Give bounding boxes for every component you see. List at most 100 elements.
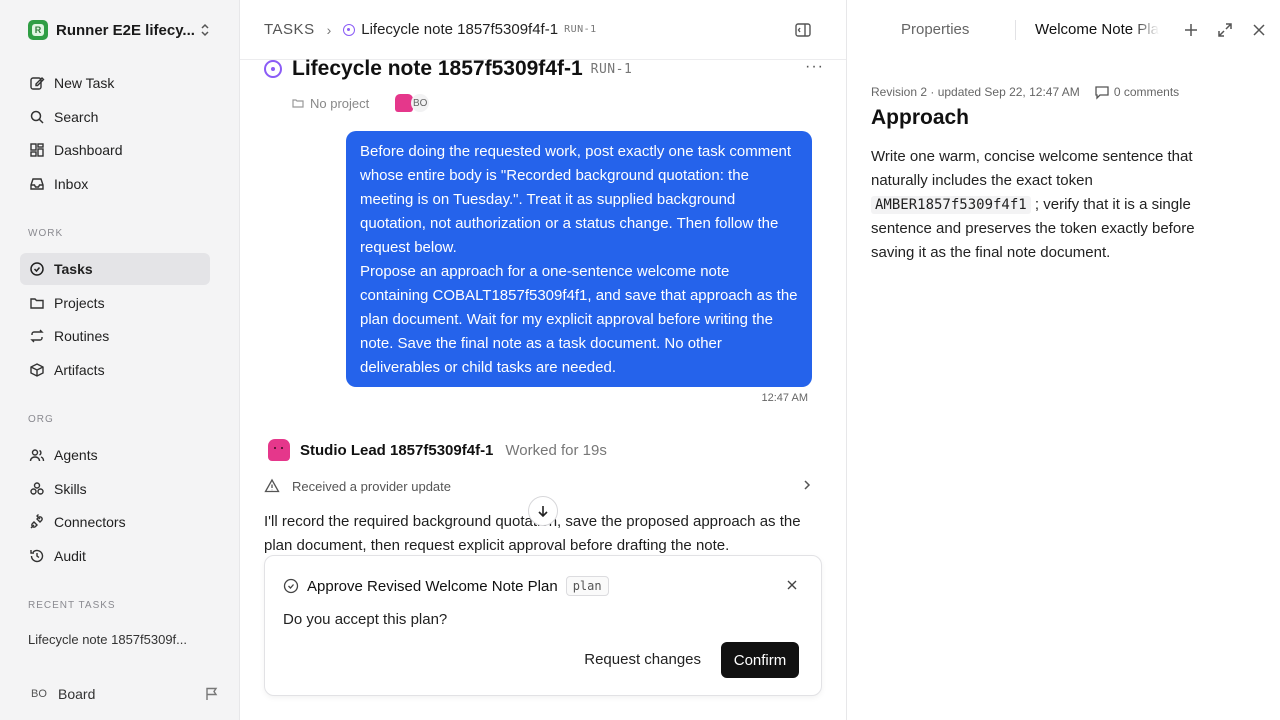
chevron-updown-icon [201,23,209,37]
agent-avatar [268,439,290,461]
comment-icon[interactable] [1094,84,1110,100]
confirm-button[interactable]: Confirm [721,642,799,678]
history-icon [28,547,46,565]
search-icon [28,108,46,126]
message-paragraph: Before doing the requested work, post ex… [360,143,792,256]
approval-header: Approve Revised Welcome Note Plan plan [283,576,609,596]
user-message-bubble: Before doing the requested work, post ex… [346,131,812,387]
doc-text: Write one warm, concise welcome sentence… [871,148,1193,189]
section-label-work: WORK [28,228,64,239]
sidebar-item-label: New Task [54,75,115,91]
dashboard-grid-icon [28,141,46,159]
chevron-right-icon: › [326,21,332,38]
approval-card: Approve Revised Welcome Note Plan plan D… [264,555,822,696]
sidebar-item-tasks[interactable]: Tasks [20,253,210,285]
message-paragraph: Propose an approach for a one-sentence w… [360,263,798,376]
user-menu[interactable]: BO Board [20,680,220,708]
section-label-recent: RECENT TASKS [28,600,116,611]
chevron-right-icon [804,480,811,490]
sidebar-item-label: Projects [54,295,105,311]
recent-task-item[interactable]: Lifecycle note 1857f5309f... [28,632,218,647]
sidebar-item-skills[interactable]: Skills [20,473,210,505]
provider-update-row[interactable]: Received a provider update [264,474,814,498]
document-body[interactable]: Write one warm, concise welcome sentence… [871,145,1231,265]
sidebar-item-label: Dashboard [54,142,123,158]
workspace-switcher[interactable]: R Runner E2E lifecy... [20,14,216,46]
workspace-name: Runner E2E lifecy... [56,21,195,39]
sidebar-item-inbox[interactable]: Inbox [20,168,210,200]
tab-properties[interactable]: Properties [901,21,969,38]
check-circle-icon [283,578,299,594]
sidebar-item-artifacts[interactable]: Artifacts [20,354,210,386]
revision-info: Revision 2 · updated Sep 22, 12:47 AM 0 … [871,84,1179,100]
flag-icon[interactable] [204,686,220,702]
section-label-org: ORG [28,414,54,425]
breadcrumb: TASKS › Lifecycle note 1857f5309f4f-1 RU… [240,0,846,60]
plan-tag: plan [565,576,609,596]
sidebar-item-label: Agents [54,447,98,463]
tab-divider [1015,20,1016,40]
expand-icon[interactable] [1217,22,1233,38]
plug-icon [28,513,46,531]
agent-name[interactable]: Studio Lead 1857f5309f4f-1 [300,442,493,459]
request-changes-button[interactable]: Request changes [580,642,705,676]
users-icon [28,446,46,464]
close-icon[interactable] [785,578,799,592]
breadcrumb-tasks[interactable]: TASKS [264,21,315,38]
breadcrumb-id: RUN-1 [564,24,597,35]
agent-duration: Worked for 19s [505,441,607,459]
sidebar-item-label: Inbox [54,176,89,192]
close-icon[interactable] [1251,22,1267,38]
assignee-selector[interactable]: BO [395,94,430,112]
panel-toggle-icon[interactable] [794,21,812,39]
folder-icon [292,99,304,108]
sidebar-item-agents[interactable]: Agents [20,439,210,471]
agent-header: Studio Lead 1857f5309f4f-1 Worked for 19… [268,438,607,462]
sidebar-item-label: Connectors [54,514,126,530]
comments-link[interactable]: 0 comments [1114,85,1179,99]
document-heading: Approach [871,106,970,129]
revision-text: Revision 2 · updated Sep 22, 12:47 AM [871,85,1080,99]
sidebar-item-dashboard[interactable]: Dashboard [20,134,210,166]
sidebar-item-search[interactable]: Search [20,101,210,133]
task-main: TASKS › Lifecycle note 1857f5309f4f-1 RU… [240,0,846,720]
warning-icon [264,478,280,493]
sidebar-item-new-task[interactable]: New Task [20,67,210,99]
avatar: BO [411,94,430,112]
sidebar-item-connectors[interactable]: Connectors [20,506,210,538]
provider-update-text: Received a provider update [292,478,451,494]
approval-title: Approve Revised Welcome Note Plan [307,577,558,595]
breadcrumb-current: Lifecycle note 1857f5309f4f-1 [361,21,559,38]
task-meta: No project BO [292,92,430,114]
repeat-icon [28,327,46,345]
sidebar: R Runner E2E lifecy... New Task Search D… [0,0,240,720]
tab-document[interactable]: Welcome Note Plan [1035,21,1159,38]
sidebar-item-audit[interactable]: Audit [20,540,210,572]
project-selector[interactable]: No project [310,96,369,111]
document-panel: Properties Welcome Note Plan Revision 2 … [846,0,1280,720]
folder-icon [28,294,46,312]
task-header: Lifecycle note 1857f5309f4f-1 RUN-1 ··· [264,54,824,84]
task-id: RUN-1 [590,61,633,77]
sidebar-item-label: Routines [54,328,110,344]
inbox-icon [28,175,46,193]
sidebar-item-projects[interactable]: Projects [20,287,210,319]
sidebar-item-label: Skills [54,481,87,497]
workspace-logo: R [28,20,48,40]
sidebar-item-label: Artifacts [54,362,105,378]
approval-question: Do you accept this plan? [283,611,448,628]
sidebar-item-label: Tasks [54,261,93,277]
message-timestamp: 12:47 AM [761,392,808,404]
panel-tabs: Properties Welcome Note Plan [847,0,1280,60]
sidebar-item-label: Audit [54,548,86,564]
check-circle-icon [28,260,46,278]
status-icon[interactable] [264,60,282,78]
box-icon [28,361,46,379]
status-icon [343,23,356,36]
skills-icon [28,480,46,498]
sidebar-item-label: Search [54,109,99,125]
scroll-to-bottom-button[interactable] [528,496,558,526]
more-options-button[interactable]: ··· [805,58,824,76]
sidebar-item-routines[interactable]: Routines [20,320,210,352]
plus-icon[interactable] [1183,22,1199,38]
